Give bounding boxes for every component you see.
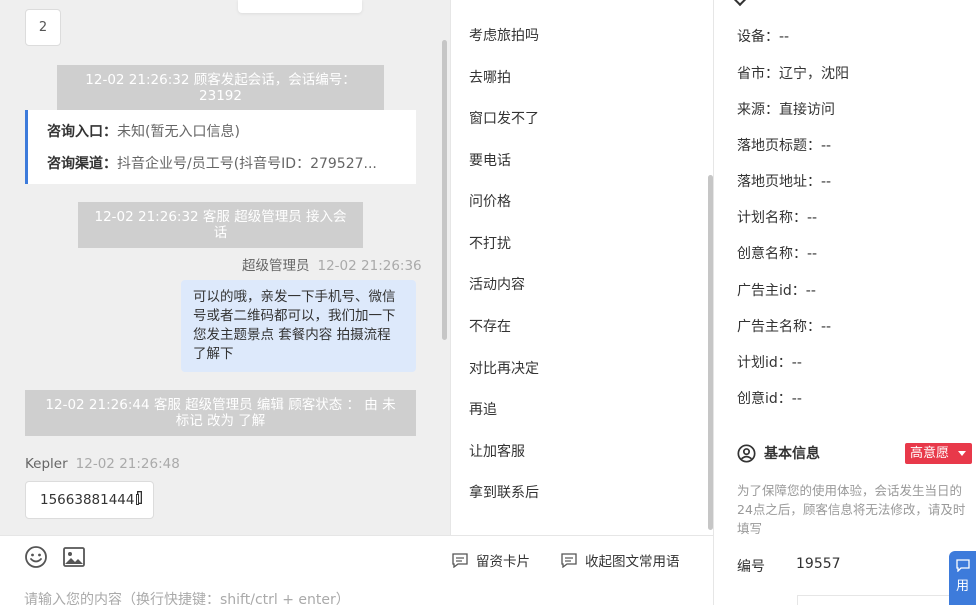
sender-name: 超级管理员	[242, 258, 310, 274]
page-number[interactable]: 2	[25, 9, 61, 46]
detail-landing-url: 落地页地址：--	[737, 174, 832, 190]
collapse-phrases-button[interactable]: 收起图文常用语	[561, 550, 680, 570]
system-message: 12-02 21:26:44 客服 超级管理员 编辑 顾客状态 ： 由 未标记 …	[25, 390, 416, 436]
system-message: 12-02 21:26:32 客服 超级管理员 接入会话	[78, 202, 363, 248]
chat-card-icon	[452, 552, 468, 568]
quick-phrase-item[interactable]: 考虑旅拍吗	[469, 25, 539, 45]
edit-notice: 为了保障您的使用体验，会话发生当日的24点之后，顾客信息将无法修改，请及时填写	[737, 483, 966, 536]
detail-province-city: 省市：辽宁，沈阳	[737, 66, 849, 82]
detail-creative-name: 创意名称：--	[737, 246, 818, 262]
chat-scrollbar[interactable]	[442, 40, 447, 340]
message-icon	[955, 559, 970, 573]
sender-name: Kepler	[25, 456, 68, 472]
customer-message-bubble[interactable]: 15663881444	[25, 481, 154, 519]
consult-entry-row: 咨询入口：未知(暂无入口信息)	[47, 122, 416, 154]
agent-message-meta: 超级管理员 12-02 21:26:36	[242, 254, 422, 274]
collapse-phrases-label: 收起图文常用语	[585, 554, 680, 570]
quick-phrase-item[interactable]: 让加客服	[469, 441, 525, 461]
consult-entry-value: 未知(暂无入口信息)	[117, 124, 240, 140]
consult-entry-label: 咨询入口：	[47, 124, 117, 140]
chat-panel: 2 12-02 21:26:32 顾客发起会话，会话编号：23192 咨询入口：…	[0, 0, 450, 535]
copy-icon[interactable]	[136, 493, 139, 505]
quick-phrase-item[interactable]: 对比再决定	[469, 358, 539, 378]
detail-advertiser-name: 广告主名称：--	[737, 319, 832, 335]
detail-device: 设备：--	[737, 29, 790, 45]
quick-phrase-item[interactable]: 再追	[469, 399, 497, 419]
quick-phrase-item[interactable]: 不打扰	[469, 233, 511, 253]
user-circle-icon	[737, 443, 756, 463]
consult-channel-label: 咨询渠道：	[47, 156, 117, 172]
detail-creative-id: 创意id：--	[737, 391, 802, 407]
agent-message-bubble: 可以的哦，亲发一下手机号、微信号或者二维码都可以，我们加一下您发主题景点 套餐内…	[181, 280, 416, 372]
customer-number-value: 19557	[796, 556, 841, 572]
quick-phrase-item[interactable]: 活动内容	[469, 274, 525, 294]
smiley-icon[interactable]	[24, 545, 48, 569]
consult-channel-row: 咨询渠道：抖音企业号/员工号(抖音号ID：279527...	[47, 154, 416, 186]
quick-phrase-item[interactable]: 窗口发不了	[469, 108, 539, 128]
lead-card-button[interactable]: 留资卡片	[452, 550, 530, 570]
next-field-box[interactable]	[797, 595, 957, 605]
floating-service-button[interactable]: 用	[949, 551, 976, 605]
phone-number-text: 15663881444	[40, 492, 135, 508]
floating-button-label: 用	[955, 579, 969, 594]
quick-phrase-item[interactable]: 问价格	[469, 191, 511, 211]
basic-info-header: 基本信息	[737, 443, 820, 463]
quick-phrase-item[interactable]: 不存在	[469, 316, 511, 336]
system-message: 12-02 21:26:32 顾客发起会话，会话编号：23192	[57, 65, 384, 111]
quick-phrase-list: 考虑旅拍吗 去哪拍 窗口发不了 要电话 问价格 不打扰 活动内容 不存在 对比再…	[450, 0, 713, 535]
image-icon[interactable]	[62, 545, 86, 569]
detail-landing-title: 落地页标题：--	[737, 138, 832, 154]
detail-plan-name: 计划名称：--	[737, 210, 818, 226]
quick-phrase-item[interactable]: 要电话	[469, 150, 511, 170]
lead-card-label: 留资卡片	[476, 554, 530, 570]
quick-phrase-item[interactable]: 去哪拍	[469, 67, 511, 87]
message-input-bar: 留资卡片 收起图文常用语	[0, 535, 713, 605]
quick-phrase-item[interactable]: 拿到联系后	[469, 482, 539, 502]
consult-info-card: 咨询入口：未知(暂无入口信息) 咨询渠道：抖音企业号/员工号(抖音号ID：279…	[25, 110, 416, 184]
message-time: 12-02 21:26:48	[75, 456, 180, 472]
customer-message-meta: Kepler 12-02 21:26:48	[25, 456, 180, 472]
detail-source: 来源：直接访问	[737, 102, 835, 118]
customer-details-panel: 设备：-- 省市：辽宁，沈阳 来源：直接访问 落地页标题：-- 落地页地址：--…	[713, 0, 976, 605]
customer-number-label: 编号	[737, 559, 765, 575]
basic-info-title: 基本信息	[764, 446, 820, 462]
chat-phrase-icon	[561, 552, 577, 568]
intent-dropdown[interactable]: 高意愿	[905, 443, 972, 464]
message-input[interactable]	[24, 590, 684, 605]
consult-channel-value: 抖音企业号/员工号(抖音号ID：279527...	[117, 156, 377, 172]
detail-plan-id: 计划id：--	[737, 355, 802, 371]
detail-advertiser-id: 广告主id：--	[737, 283, 816, 299]
message-time: 12-02 21:26:36	[317, 258, 422, 274]
top-tab-fragment	[238, 0, 362, 13]
